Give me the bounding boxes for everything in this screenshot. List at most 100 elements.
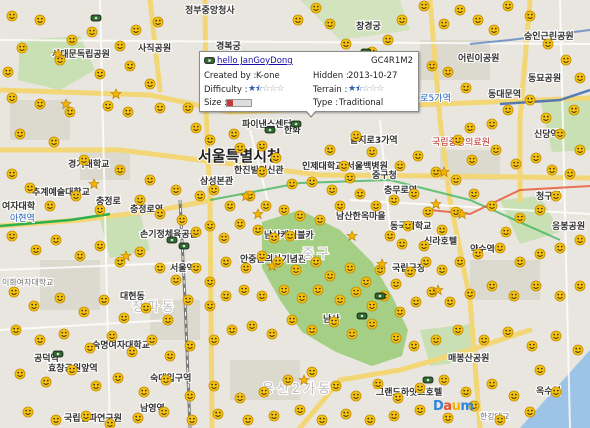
- geocache-smiley-marker[interactable]: [460, 82, 472, 94]
- geocache-smiley-marker[interactable]: [134, 194, 146, 206]
- geocache-smiley-marker[interactable]: [66, 364, 78, 376]
- geocache-smiley-marker[interactable]: [24, 182, 36, 194]
- geocache-smiley-marker[interactable]: [164, 350, 176, 362]
- geocache-smiley-marker[interactable]: [360, 276, 372, 288]
- geocache-smiley-marker[interactable]: [34, 334, 46, 346]
- geocache-smiley-marker[interactable]: [372, 378, 384, 390]
- geocache-smiley-marker[interactable]: [524, 94, 536, 106]
- geocache-smiley-marker[interactable]: [350, 130, 362, 142]
- geocache-smiley-marker[interactable]: [6, 10, 18, 22]
- geocache-box-marker[interactable]: [356, 312, 368, 320]
- geocache-smiley-marker[interactable]: [66, 34, 78, 46]
- geocache-smiley-marker[interactable]: [418, 0, 430, 12]
- geocache-smiley-marker[interactable]: [430, 166, 442, 178]
- geocache-smiley-marker[interactable]: [526, 340, 538, 352]
- geocache-smiley-marker[interactable]: [560, 54, 572, 66]
- geocache-smiley-marker[interactable]: [14, 128, 26, 140]
- geocache-smiley-marker[interactable]: [132, 412, 144, 424]
- geocache-smiley-marker[interactable]: [546, 164, 558, 176]
- geocache-smiley-marker[interactable]: [328, 316, 340, 328]
- geocache-smiley-marker[interactable]: [226, 324, 238, 336]
- geocache-smiley-marker[interactable]: [494, 414, 506, 426]
- geocache-smiley-marker[interactable]: [404, 266, 416, 278]
- geocache-smiley-marker[interactable]: [104, 418, 116, 428]
- geocache-smiley-marker[interactable]: [442, 66, 454, 78]
- geocache-smiley-marker[interactable]: [240, 262, 252, 274]
- geocache-smiley-marker[interactable]: [550, 386, 562, 398]
- geocache-smiley-marker[interactable]: [468, 188, 480, 200]
- geocache-smiley-marker[interactable]: [486, 200, 498, 212]
- geocache-smiley-marker[interactable]: [540, 112, 552, 124]
- geocache-smiley-marker[interactable]: [338, 160, 350, 172]
- geocache-smiley-marker[interactable]: [438, 374, 450, 386]
- geocache-smiley-marker[interactable]: [48, 136, 60, 148]
- geocache-smiley-marker[interactable]: [430, 334, 442, 346]
- geocache-smiley-marker[interactable]: [384, 230, 396, 242]
- geocache-smiley-marker[interactable]: [534, 364, 546, 376]
- geocache-smiley-marker[interactable]: [186, 414, 198, 426]
- geocache-smiley-marker[interactable]: [426, 60, 438, 72]
- geocache-smiley-marker[interactable]: [418, 240, 430, 252]
- geocache-smiley-marker[interactable]: [366, 318, 378, 330]
- geocache-smiley-marker[interactable]: [94, 68, 106, 80]
- geocache-smiley-marker[interactable]: [278, 284, 290, 296]
- geocache-smiley-marker[interactable]: [234, 142, 246, 154]
- geocache-smiley-marker[interactable]: [256, 250, 268, 262]
- geocache-box-marker[interactable]: [178, 242, 190, 250]
- geocache-smiley-marker[interactable]: [436, 264, 448, 276]
- geocache-smiley-marker[interactable]: [286, 178, 298, 190]
- geocache-smiley-marker[interactable]: [314, 214, 326, 226]
- geocache-smiley-marker[interactable]: [124, 60, 136, 72]
- geocache-smiley-marker[interactable]: [508, 390, 520, 402]
- geocache-smiley-marker[interactable]: [488, 24, 500, 36]
- geocache-smiley-marker[interactable]: [208, 380, 220, 392]
- geocache-smiley-marker[interactable]: [340, 408, 352, 420]
- geocache-smiley-marker[interactable]: [312, 284, 324, 296]
- geocache-smiley-marker[interactable]: [256, 166, 268, 178]
- geocache-smiley-marker[interactable]: [554, 128, 566, 140]
- geocache-smiley-marker[interactable]: [572, 344, 584, 356]
- geocache-smiley-marker[interactable]: [144, 78, 156, 90]
- geocache-box-marker[interactable]: [52, 350, 64, 358]
- geocache-smiley-marker[interactable]: [306, 176, 318, 188]
- geocache-smiley-marker[interactable]: [486, 118, 498, 130]
- geocache-smiley-marker[interactable]: [234, 218, 246, 230]
- geocache-smiley-marker[interactable]: [334, 200, 346, 212]
- geocache-smiley-marker[interactable]: [252, 224, 264, 236]
- geocache-smiley-marker[interactable]: [50, 234, 62, 246]
- geocache-smiley-marker[interactable]: [266, 328, 278, 340]
- geocache-smiley-marker[interactable]: [208, 334, 220, 346]
- geocache-smiley-marker[interactable]: [14, 368, 26, 380]
- geocache-smiley-marker[interactable]: [514, 212, 526, 224]
- geocache-smiley-marker[interactable]: [286, 314, 298, 326]
- geocache-smiley-marker[interactable]: [268, 410, 280, 422]
- geocache-smiley-marker[interactable]: [326, 184, 338, 196]
- geocache-smiley-marker[interactable]: [344, 172, 356, 184]
- geocache-smiley-marker[interactable]: [324, 270, 336, 282]
- geocache-smiley-marker[interactable]: [114, 164, 126, 176]
- geocache-smiley-marker[interactable]: [256, 140, 268, 152]
- geocache-smiley-marker[interactable]: [2, 66, 14, 78]
- geocache-smiley-marker[interactable]: [350, 286, 362, 298]
- geocache-smiley-marker[interactable]: [478, 334, 490, 346]
- geocache-smiley-marker[interactable]: [190, 262, 202, 274]
- geocache-smiley-marker[interactable]: [460, 386, 472, 398]
- geocache-smiley-marker[interactable]: [50, 414, 62, 426]
- geocache-smiley-marker[interactable]: [390, 278, 402, 290]
- geocache-smiley-marker[interactable]: [344, 262, 356, 274]
- geocache-smiley-marker[interactable]: [402, 220, 414, 232]
- geocache-smiley-marker[interactable]: [420, 256, 432, 268]
- geocache-smiley-marker[interactable]: [44, 200, 56, 212]
- map-canvas[interactable]: 정부중앙청사 사직공원 경복궁 창경궁 서대문독립공원 어린이공원 숭인근린공원 동묘공원 동대…: [0, 0, 590, 428]
- geocache-smiley-marker[interactable]: [366, 300, 378, 312]
- geocache-smiley-marker[interactable]: [86, 26, 98, 38]
- geocache-smiley-marker[interactable]: [10, 324, 22, 336]
- geocache-smiley-marker[interactable]: [364, 414, 376, 426]
- geocache-smiley-marker[interactable]: [204, 220, 216, 232]
- geocache-smiley-marker[interactable]: [184, 390, 196, 402]
- geocache-smiley-marker[interactable]: [228, 128, 240, 140]
- geocache-smiley-marker[interactable]: [388, 194, 400, 206]
- geocache-smiley-marker[interactable]: [454, 256, 466, 268]
- geocache-smiley-marker[interactable]: [218, 232, 230, 244]
- geocache-smiley-marker[interactable]: [238, 284, 250, 296]
